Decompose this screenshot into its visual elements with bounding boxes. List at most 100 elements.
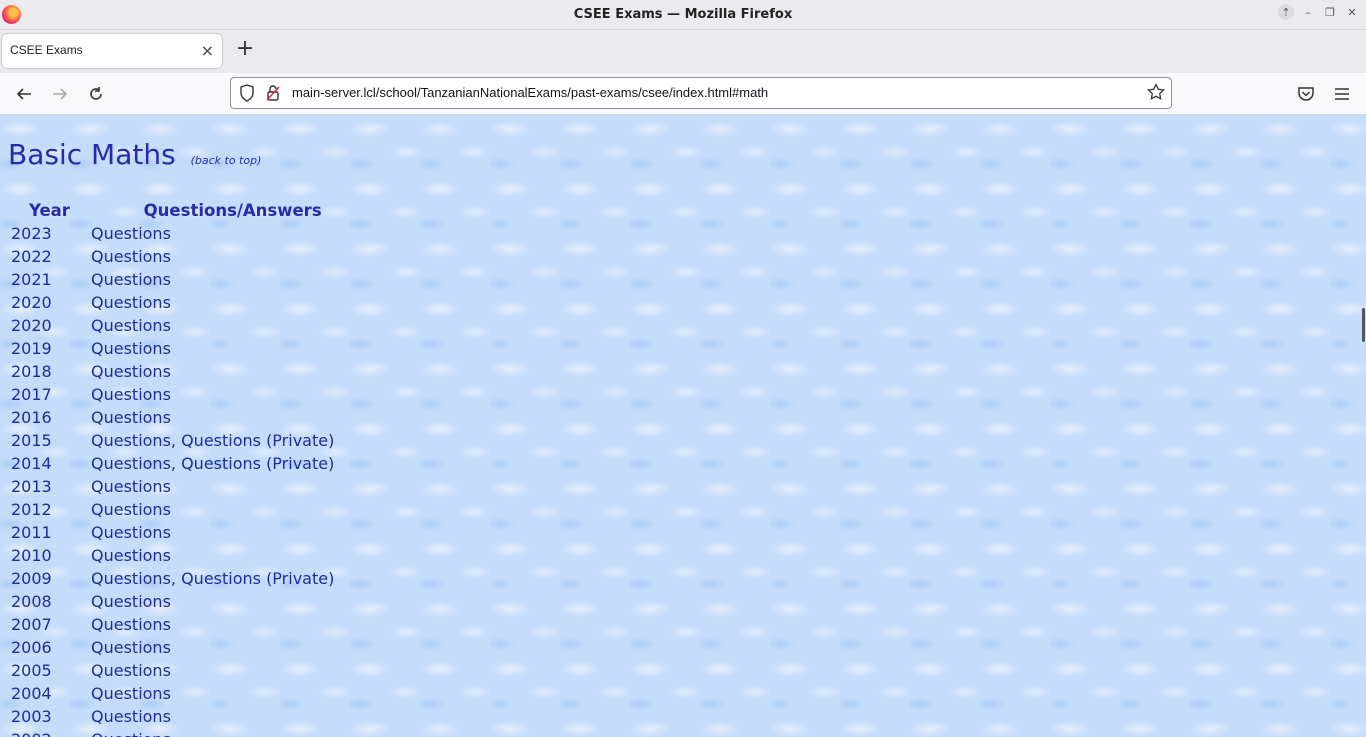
questions-link[interactable]: Questions xyxy=(91,477,171,496)
questions-link[interactable]: Questions xyxy=(91,523,171,542)
table-row: 2010 Questions xyxy=(8,544,334,567)
questions-cell: Questions xyxy=(91,383,334,406)
year-cell: 2003 xyxy=(11,707,52,726)
questions-link[interactable]: Questions (Private) xyxy=(181,569,334,588)
forward-button[interactable] xyxy=(48,82,72,106)
back-to-top-link[interactable]: (back to top) xyxy=(191,154,262,167)
questions-cell: Questions xyxy=(91,222,334,245)
questions-cell: Questions xyxy=(91,337,334,360)
reload-icon xyxy=(90,87,102,100)
table-row: 2009 Questions, Questions (Private) xyxy=(8,567,334,590)
questions-link[interactable]: Questions (Private) xyxy=(181,454,334,473)
questions-cell: Questions xyxy=(91,291,334,314)
questions-link[interactable]: Questions xyxy=(91,638,171,657)
questions-link[interactable]: Questions xyxy=(91,339,171,358)
questions-link[interactable]: Questions xyxy=(91,592,171,611)
year-cell: 2002 xyxy=(8,728,91,737)
table-row: 2018 Questions xyxy=(8,360,334,383)
questions-link[interactable]: Questions xyxy=(91,730,171,737)
link-separator: , xyxy=(170,569,182,588)
heading-text: Basic Maths xyxy=(8,138,176,171)
questions-link[interactable]: Questions xyxy=(91,615,171,634)
questions-link[interactable]: Questions xyxy=(91,247,171,266)
year-cell: 2022 xyxy=(11,247,52,266)
questions-link[interactable]: Questions xyxy=(91,270,171,289)
back-button[interactable] xyxy=(12,82,36,106)
questions-cell: Questions xyxy=(91,590,334,613)
questions-link[interactable]: Questions xyxy=(91,293,171,312)
questions-link[interactable]: Questions xyxy=(91,431,171,450)
navigation-bar: main-server.lcl/school/TanzanianNational… xyxy=(0,73,1366,115)
year-cell: 2009 xyxy=(11,569,52,588)
new-tab-button[interactable]: + xyxy=(235,38,255,60)
bookmark-star-icon[interactable] xyxy=(1147,83,1165,101)
year-cell: 2013 xyxy=(11,477,52,496)
questions-cell: Questions xyxy=(91,475,334,498)
window-controls: ⇡ – ❐ ✕ xyxy=(1278,4,1360,20)
reload-button[interactable] xyxy=(84,82,108,106)
year-cell: 2005 xyxy=(11,661,52,680)
table-row: 2021 Questions xyxy=(8,268,334,291)
questions-link[interactable]: Questions xyxy=(91,569,171,588)
questions-cell: Questions xyxy=(91,360,334,383)
questions-link[interactable]: Questions xyxy=(91,684,171,703)
year-cell: 2011 xyxy=(11,523,52,542)
questions-link[interactable]: Questions xyxy=(91,500,171,519)
pocket-button[interactable] xyxy=(1294,82,1318,106)
url-bar[interactable]: main-server.lcl/school/TanzanianNational… xyxy=(230,77,1172,109)
table-row: 2023 Questions xyxy=(8,222,334,245)
questions-cell: Questions xyxy=(91,613,334,636)
questions-cell: Questions xyxy=(91,268,334,291)
questions-cell: Questions xyxy=(91,705,334,728)
questions-cell: Questions xyxy=(91,659,334,682)
close-window-icon[interactable]: ✕ xyxy=(1344,4,1360,20)
arrow-left-icon xyxy=(16,88,31,100)
link-separator: , xyxy=(170,454,182,473)
tab-title: CSEE Exams xyxy=(10,43,83,57)
year-cell: 2012 xyxy=(11,500,52,519)
questions-cell: Questions xyxy=(91,314,334,337)
questions-link[interactable]: Questions xyxy=(91,454,171,473)
year-cell: 2006 xyxy=(11,638,52,657)
maximize-icon[interactable]: ❐ xyxy=(1322,4,1338,20)
year-cell: 2020 xyxy=(11,316,52,335)
exam-table: Year Questions/Answers 2023 Questions 2022… xyxy=(8,199,334,737)
table-row: 2004 Questions xyxy=(8,682,334,705)
questions-link[interactable]: Questions xyxy=(91,408,171,427)
url-text[interactable]: main-server.lcl/school/TanzanianNational… xyxy=(292,85,768,100)
questions-cell: Questions xyxy=(91,406,334,429)
questions-link[interactable]: Questions xyxy=(91,316,171,335)
table-row: 2015 Questions, Questions (Private) xyxy=(8,429,334,452)
tab-csee-exams[interactable]: CSEE Exams × xyxy=(2,34,222,68)
table-row: 2017 Questions xyxy=(8,383,334,406)
table-row: 2014 Questions, Questions (Private) xyxy=(8,452,334,475)
window-up-icon[interactable]: ⇡ xyxy=(1278,4,1294,20)
year-cell: 2007 xyxy=(11,615,52,634)
minimize-icon[interactable]: – xyxy=(1300,4,1316,20)
questions-link[interactable]: Questions (Private) xyxy=(181,431,334,450)
questions-link[interactable]: Questions xyxy=(91,224,171,243)
year-cell: 2017 xyxy=(11,385,52,404)
insecure-lock-icon[interactable] xyxy=(265,84,281,102)
year-cell: 2020 xyxy=(11,293,52,312)
questions-link[interactable]: Questions xyxy=(91,385,171,404)
table-row: 2002Questions xyxy=(8,728,334,737)
year-cell: 2016 xyxy=(11,408,52,427)
table-row: 2022 Questions xyxy=(8,245,334,268)
questions-link[interactable]: Questions xyxy=(91,362,171,381)
questions-cell: Questions, Questions (Private) xyxy=(91,567,334,590)
scrollbar-thumb[interactable] xyxy=(1362,308,1365,342)
table-header-row: Year Questions/Answers xyxy=(8,199,334,222)
table-row: 2012 Questions xyxy=(8,498,334,521)
table-row: 2016 Questions xyxy=(8,406,334,429)
questions-link[interactable]: Questions xyxy=(91,661,171,680)
menu-button[interactable] xyxy=(1330,82,1354,106)
questions-link[interactable]: Questions xyxy=(91,707,171,726)
tab-close-icon[interactable]: × xyxy=(201,41,214,60)
questions-link[interactable]: Questions xyxy=(91,546,171,565)
table-row: 2011 Questions xyxy=(8,521,334,544)
shield-icon[interactable] xyxy=(239,84,255,102)
arrow-right-icon xyxy=(53,88,68,100)
table-row: 2003 Questions xyxy=(8,705,334,728)
year-cell: 2014 xyxy=(11,454,52,473)
